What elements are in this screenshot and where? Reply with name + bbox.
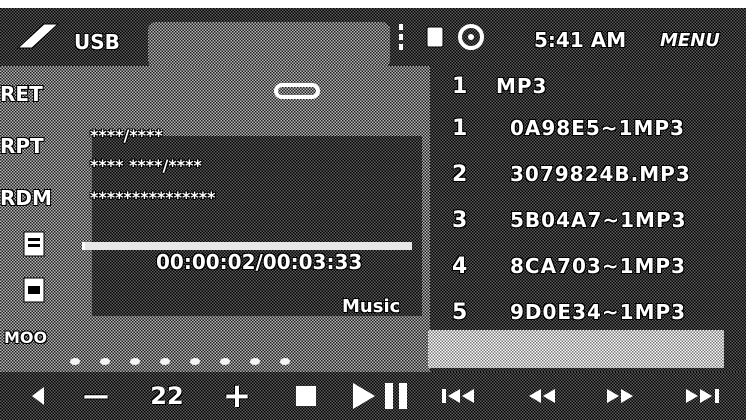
track-count-value: **** ****/****	[90, 156, 202, 175]
mode-label: Music	[342, 296, 401, 317]
next-track-button[interactable]	[678, 376, 728, 416]
source-label: USB	[74, 30, 120, 54]
list-item-number: 4	[452, 254, 468, 279]
rpt-label: RPT	[0, 134, 44, 158]
list-item[interactable]: 5 9D0E34~1MP3	[430, 294, 746, 334]
list-item-name: 5B04A7~1MP3	[510, 208, 687, 232]
list-item-name: 9D0E34~1MP3	[510, 300, 687, 324]
skip-next-icon	[686, 389, 719, 403]
back-button[interactable]	[20, 376, 54, 416]
playlist-header-name: MP3	[496, 74, 548, 98]
list-item[interactable]: 3 5B04A7~1MP3	[430, 202, 746, 242]
list-item-number: 2	[452, 162, 468, 187]
disc-icon	[458, 24, 484, 50]
list-item-number: 1	[452, 116, 468, 141]
track-info-pane: RET RPT ****/**** **** ****/**** RDM ***…	[0, 66, 430, 420]
rewind-icon	[529, 389, 555, 403]
list-item-name: 3079824B.MP3	[510, 162, 691, 186]
stop-button[interactable]	[286, 376, 326, 416]
ret-label: RET	[0, 82, 43, 106]
signal-icon	[396, 22, 406, 56]
progress-fill	[82, 242, 86, 250]
volume-level: 22	[150, 382, 184, 410]
rpt-value: ****/****	[90, 126, 163, 145]
status-bar: USB 5:41 AM MENU	[0, 8, 746, 68]
list-item-name: 0A98E5~1MP3	[510, 116, 685, 140]
volume-up-button[interactable]: +	[212, 376, 262, 416]
stop-icon	[296, 386, 316, 406]
list-item[interactable]: 4 8CA703~1MP3	[430, 248, 746, 288]
equalizer-dot	[280, 358, 290, 365]
fast-forward-icon	[607, 389, 633, 403]
fast-forward-button[interactable]	[600, 376, 640, 416]
list-item[interactable]: 2 3079824B.MP3	[430, 156, 746, 196]
equalizer-dot	[100, 358, 110, 365]
folder-icon[interactable]	[22, 230, 48, 258]
rdm-value: ***************	[90, 188, 216, 207]
list-item-number: 5	[452, 300, 468, 325]
back-arrow-icon	[32, 387, 44, 405]
clock: 5:41 AM	[534, 28, 627, 52]
logo-icon[interactable]	[14, 20, 62, 54]
equalizer-dot	[250, 358, 260, 365]
list-item[interactable]: 1 0A98E5~1MP3	[430, 110, 746, 150]
equalizer-dot	[190, 358, 200, 365]
equalizer-dot	[220, 358, 230, 365]
playlist-header[interactable]: 1 MP3	[430, 68, 746, 108]
volume-down-button[interactable]: —	[68, 376, 124, 416]
previous-track-button[interactable]	[436, 376, 482, 416]
song-icon[interactable]	[22, 276, 48, 304]
list-item-number: 3	[452, 208, 468, 233]
elapsed-time: 00:00:02/00:03:33	[156, 250, 363, 274]
equalizer-dot	[160, 358, 170, 365]
play-pause-button[interactable]	[344, 376, 416, 416]
menu-button[interactable]: MENU	[660, 30, 720, 51]
play-pause-icon	[353, 383, 407, 409]
equalizer-dot	[70, 358, 80, 365]
progress-track[interactable]	[82, 242, 412, 250]
rdm-label: RDM	[0, 186, 52, 210]
playlist-empty-slot[interactable]	[428, 330, 724, 368]
media-player-screen: USB 5:41 AM MENU RET RPT ****/**** **** …	[0, 0, 746, 420]
equalizer-dot	[130, 358, 140, 365]
eq-label: MOO	[4, 328, 48, 347]
skip-previous-icon	[442, 389, 474, 403]
page-edge	[0, 0, 746, 8]
playlist-header-number: 1	[452, 74, 468, 99]
repeat-icon[interactable]	[274, 82, 320, 100]
sd-card-icon	[426, 26, 444, 48]
source-tab[interactable]	[148, 22, 390, 68]
rewind-button[interactable]	[522, 376, 562, 416]
list-item-name: 8CA703~1MP3	[510, 254, 686, 278]
